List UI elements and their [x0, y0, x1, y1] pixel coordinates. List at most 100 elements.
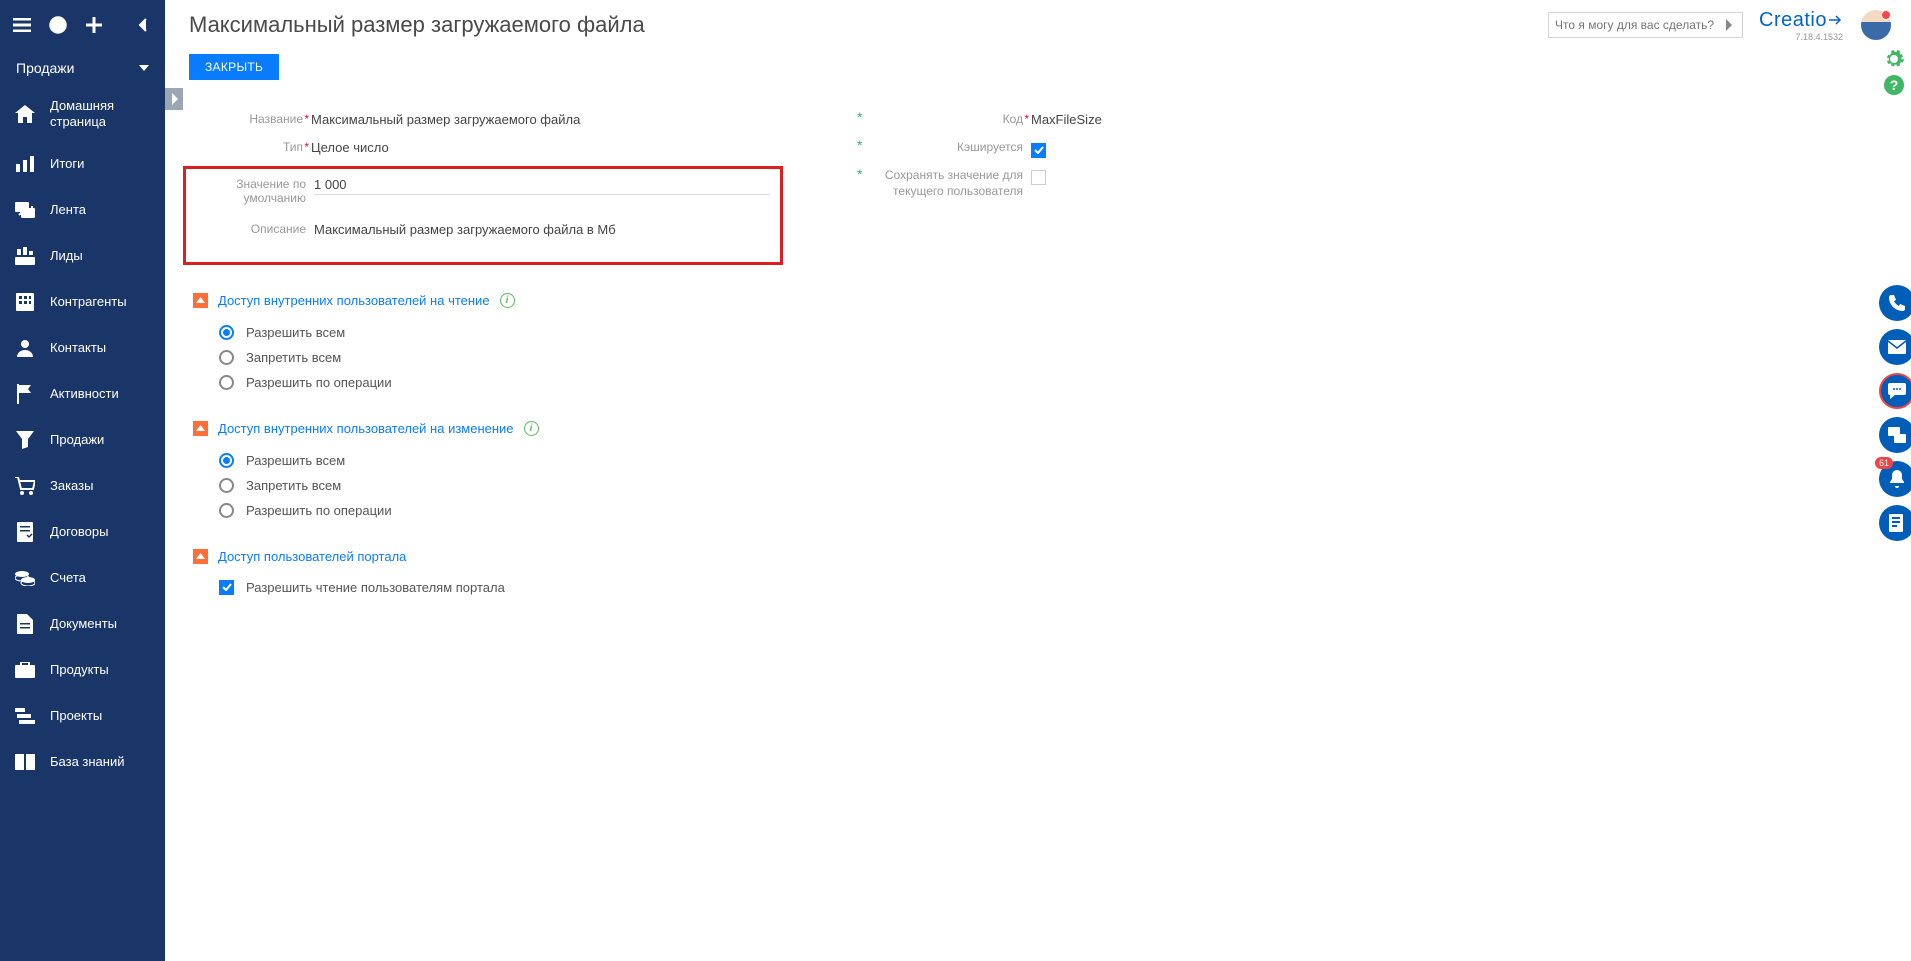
brand: Creatio 7.18.4.1532: [1759, 9, 1843, 42]
checkbox-cache[interactable]: [1031, 143, 1046, 158]
user-avatar[interactable]: [1861, 10, 1891, 40]
svg-text:?: ?: [1890, 77, 1899, 93]
value-type[interactable]: Целое число: [311, 138, 773, 155]
doc-icon: [14, 613, 36, 635]
value-desc[interactable]: Максимальный размер загружаемого файла в…: [314, 220, 770, 237]
search-go-icon[interactable]: [1720, 19, 1736, 31]
section-title[interactable]: Доступ внутренних пользователей на чтени…: [218, 293, 490, 308]
info-icon[interactable]: i: [500, 293, 515, 308]
feed-icon: [14, 199, 36, 221]
sidebar-item-documents[interactable]: Документы: [0, 601, 165, 647]
collapse-toggle-icon[interactable]: [193, 421, 208, 436]
chart-icon: [14, 153, 36, 175]
sidebar-item-invoices[interactable]: Счета: [0, 555, 165, 601]
info-icon[interactable]: i: [524, 421, 539, 436]
sidebar-item-label: Заказы: [50, 478, 93, 494]
project-icon: [14, 705, 36, 727]
radio-row[interactable]: Разрешить по операции: [219, 370, 1887, 395]
portal-check-row[interactable]: Разрешить чтение пользователям портала: [193, 576, 1887, 599]
help-icon[interactable]: ?: [1883, 74, 1905, 96]
brand-text: Creatio: [1759, 9, 1827, 32]
collapse-handle[interactable]: [165, 88, 183, 110]
sidebar-item-leads[interactable]: Лиды: [0, 233, 165, 279]
gear-icon[interactable]: [1883, 48, 1905, 70]
sidebar-item-label: Договоры: [50, 524, 108, 540]
notification-icon[interactable]: 61: [1879, 461, 1911, 497]
radio-row[interactable]: Разрешить всем: [219, 320, 1887, 345]
collapse-toggle-icon[interactable]: [193, 293, 208, 308]
sidebar-item-products[interactable]: Продукты: [0, 647, 165, 693]
sidebar-item-label: Домашняя страница: [50, 98, 114, 129]
radio-row[interactable]: Разрешить по операции: [219, 498, 1887, 523]
value-name[interactable]: Максимальный размер загружаемого файла: [311, 110, 773, 127]
sidebar-item-label: Лиды: [50, 248, 83, 264]
mail-icon[interactable]: [1879, 329, 1911, 365]
radio-allow-all[interactable]: [219, 325, 234, 340]
radio-row[interactable]: Запретить всем: [219, 345, 1887, 370]
sidebar-item-home[interactable]: Домашняя страница: [0, 86, 165, 141]
radio-label: Запретить всем: [246, 478, 341, 493]
sidebar-item-projects[interactable]: Проекты: [0, 693, 165, 739]
sidebar-item-contacts[interactable]: Контакты: [0, 325, 165, 371]
chat-icon[interactable]: [1879, 373, 1911, 409]
radio-row[interactable]: Разрешить всем: [219, 448, 1887, 473]
radio-by-operation[interactable]: [219, 375, 234, 390]
chevron-down-icon: [139, 65, 149, 71]
radio-by-operation[interactable]: [219, 503, 234, 518]
coins-icon: [14, 567, 36, 589]
section-title[interactable]: Доступ пользователей портала: [218, 549, 406, 564]
sidebar-item-feed[interactable]: Лента: [0, 187, 165, 233]
sidebar-item-totals[interactable]: Итоги: [0, 141, 165, 187]
search-input[interactable]: [1555, 18, 1720, 32]
radio-deny-all[interactable]: [219, 478, 234, 493]
book-icon: [14, 751, 36, 773]
topbar: Максимальный размер загружаемого файла C…: [165, 0, 1911, 50]
feed-panel-icon[interactable]: [1879, 417, 1911, 453]
contract-icon: [14, 521, 36, 543]
sidebar-item-orders[interactable]: Заказы: [0, 463, 165, 509]
section-header: Доступ внутренних пользователей на измен…: [193, 421, 1887, 436]
chevron-left-icon[interactable]: [131, 13, 155, 37]
radio-row[interactable]: Запретить всем: [219, 473, 1887, 498]
form-row-desc: Описание Максимальный размер загружаемог…: [186, 220, 780, 242]
radio-label: Разрешить всем: [246, 325, 345, 340]
sidebar-item-activities[interactable]: Активности: [0, 371, 165, 417]
sidebar-item-sales[interactable]: Продажи: [0, 417, 165, 463]
highlighted-region: Значение по умолчанию Описание Максималь…: [183, 166, 783, 265]
sidebar-item-label: Продукты: [50, 662, 109, 678]
value-code[interactable]: MaxFileSize: [1031, 110, 1353, 127]
plus-icon[interactable]: [82, 13, 106, 37]
radio-label: Запретить всем: [246, 350, 341, 365]
section-write-access: Доступ внутренних пользователей на измен…: [193, 421, 1887, 523]
sidebar: Продажи Домашняя страница Итоги Лента Ли…: [0, 0, 165, 961]
play-icon[interactable]: [46, 13, 70, 37]
sidebar-item-contracts[interactable]: Договоры: [0, 509, 165, 555]
menu-icon[interactable]: [10, 13, 34, 37]
sidebar-item-knowledge[interactable]: База знаний: [0, 739, 165, 785]
radio-allow-all[interactable]: [219, 453, 234, 468]
radio-group-write: Разрешить всем Запретить всем Разрешить …: [193, 448, 1887, 523]
close-button[interactable]: ЗАКРЫТЬ: [189, 54, 279, 80]
sidebar-item-label: Лента: [50, 202, 86, 218]
funnel-icon: [14, 429, 36, 451]
brand-version: 7.18.4.1532: [1795, 32, 1843, 42]
sidebar-item-label: Контакты: [50, 340, 106, 356]
section-title[interactable]: Доступ внутренних пользователей на измен…: [218, 421, 514, 436]
radio-deny-all[interactable]: [219, 350, 234, 365]
sidebar-item-accounts[interactable]: Контрагенты: [0, 279, 165, 325]
checkbox-save[interactable]: [1031, 170, 1046, 185]
default-value-input[interactable]: [314, 177, 770, 192]
sidebar-item-label: Активности: [50, 386, 119, 402]
sidebar-section-header[interactable]: Продажи: [0, 50, 165, 86]
process-icon[interactable]: [1879, 505, 1911, 541]
form-row-cache: Кэшируется: [853, 138, 1353, 160]
sidebar-item-label: Итоги: [50, 156, 84, 172]
radio-label: Разрешить по операции: [246, 375, 392, 390]
form-row-code: Код MaxFileSize: [853, 110, 1353, 132]
checkbox-label: Разрешить чтение пользователям портала: [246, 580, 505, 595]
collapse-toggle-icon[interactable]: [193, 549, 208, 564]
checkbox-portal-read[interactable]: [219, 580, 234, 595]
global-search[interactable]: [1548, 12, 1743, 38]
right-cti-panel: 61: [1879, 285, 1911, 541]
phone-icon[interactable]: [1879, 285, 1911, 321]
